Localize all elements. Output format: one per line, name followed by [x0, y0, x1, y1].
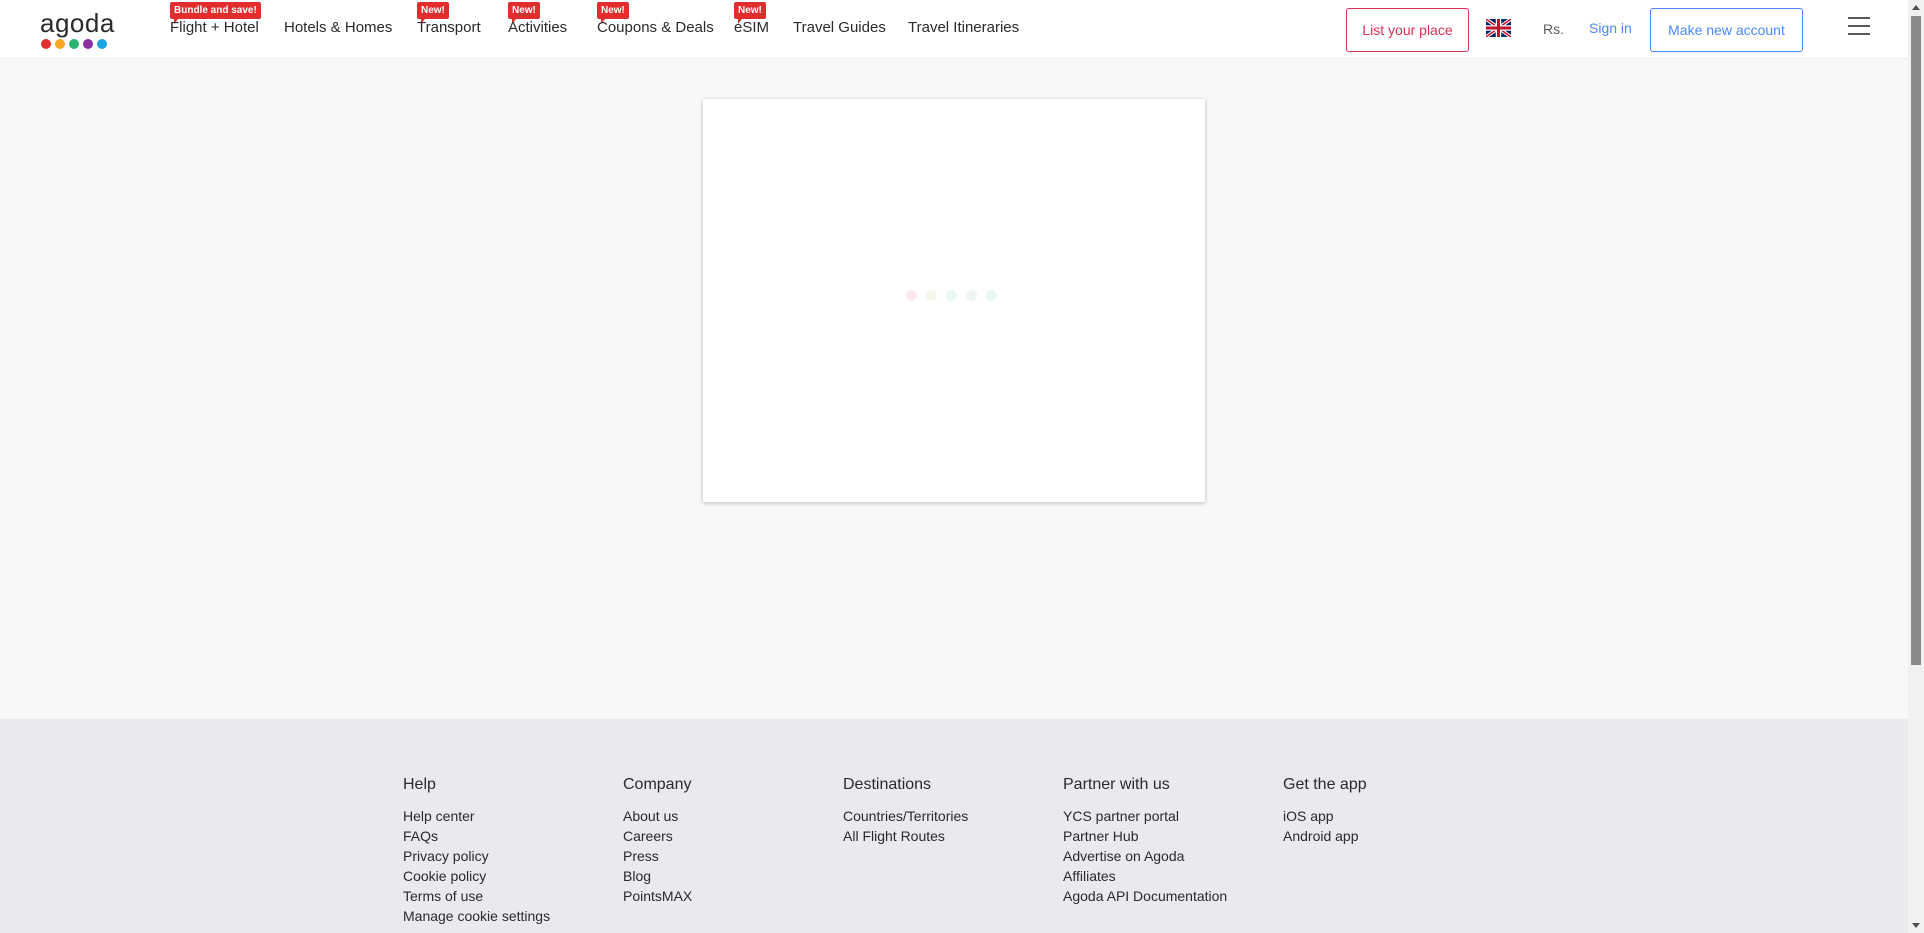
footer-link[interactable]: Manage cookie settings — [403, 906, 550, 926]
nav-travel-guides[interactable]: Travel Guides — [793, 19, 886, 36]
scrollbar-thumb[interactable] — [1911, 16, 1921, 665]
scroll-down-arrow-icon[interactable] — [1912, 923, 1920, 928]
nav-badge-transport: New! — [417, 2, 449, 24]
footer-heading: Partner with us — [1063, 776, 1170, 793]
footer-link[interactable]: Countries/Territories — [843, 806, 968, 826]
footer-link[interactable]: All Flight Routes — [843, 826, 968, 846]
footer-column-app: Get the app iOS app Android app — [1283, 776, 1367, 846]
nav-flight-hotel[interactable]: Flight + Hotel — [170, 19, 259, 36]
logo-dot-yellow — [55, 39, 65, 49]
loading-dots-icon — [906, 290, 997, 301]
footer-link[interactable]: iOS app — [1283, 806, 1367, 826]
loader-dot — [926, 290, 937, 301]
sign-in-link[interactable]: Sign in — [1589, 20, 1632, 36]
footer-heading: Help — [403, 776, 436, 793]
footer-column-company: Company About us Careers Press Blog Poin… — [623, 776, 692, 906]
footer-column-help: Help Help center FAQs Privacy policy Coo… — [403, 776, 550, 926]
loader-dot — [966, 290, 977, 301]
loading-panel — [703, 99, 1205, 502]
nav-transport[interactable]: Transport — [417, 19, 481, 36]
footer-link[interactable]: Careers — [623, 826, 692, 846]
footer-link[interactable]: Advertise on Agoda — [1063, 846, 1227, 866]
footer-link[interactable]: Privacy policy — [403, 846, 550, 866]
footer-link[interactable]: Android app — [1283, 826, 1367, 846]
currency-selector[interactable]: Rs. — [1543, 21, 1564, 37]
loader-dot — [906, 290, 917, 301]
footer-link[interactable]: About us — [623, 806, 692, 826]
nav-coupons-deals[interactable]: Coupons & Deals — [597, 19, 714, 36]
footer-link[interactable]: Cookie policy — [403, 866, 550, 886]
logo-dots — [41, 39, 107, 49]
agoda-logo[interactable]: agoda — [40, 8, 116, 52]
footer-heading: Destinations — [843, 776, 932, 793]
nav-travel-itineraries[interactable]: Travel Itineraries — [908, 19, 1019, 36]
footer-column-destinations: Destinations Countries/Territories All F… — [843, 776, 968, 846]
hamburger-menu-icon[interactable] — [1848, 17, 1870, 37]
logo-dot-red — [41, 39, 51, 49]
scroll-up-arrow-icon[interactable] — [1912, 5, 1920, 10]
logo-dot-blue — [97, 39, 107, 49]
nav-activities[interactable]: Activities — [508, 19, 567, 36]
nav-badge-esim: New! — [734, 2, 766, 24]
footer-link[interactable]: FAQs — [403, 826, 550, 846]
footer-link[interactable]: Help center — [403, 806, 550, 826]
footer: Help Help center FAQs Privacy policy Coo… — [0, 719, 1908, 933]
footer-column-partner: Partner with us YCS partner portal Partn… — [1063, 776, 1227, 906]
footer-link[interactable]: Press — [623, 846, 692, 866]
footer-link[interactable]: Agoda API Documentation — [1063, 886, 1227, 906]
uk-flag-icon[interactable] — [1486, 19, 1511, 37]
list-your-place-button[interactable]: List your place — [1346, 8, 1469, 52]
footer-link[interactable]: Affiliates — [1063, 866, 1227, 886]
make-new-account-button[interactable]: Make new account — [1650, 8, 1803, 52]
nav-badge-activities: New! — [508, 2, 540, 24]
footer-link[interactable]: PointsMAX — [623, 886, 692, 906]
logo-text: agoda — [40, 8, 115, 38]
nav-badge-coupons: New! — [597, 2, 629, 24]
page-scrollbar[interactable] — [1908, 0, 1924, 933]
footer-link[interactable]: Terms of use — [403, 886, 550, 906]
footer-link[interactable]: YCS partner portal — [1063, 806, 1227, 826]
footer-heading: Get the app — [1283, 776, 1367, 793]
footer-link[interactable]: Blog — [623, 866, 692, 886]
loader-dot — [946, 290, 957, 301]
top-header: agoda Bundle and save! Flight + Hotel Ho… — [0, 0, 1908, 59]
loader-dot — [986, 290, 997, 301]
nav-hotels-homes[interactable]: Hotels & Homes — [284, 19, 392, 36]
footer-heading: Company — [623, 776, 692, 793]
nav-esim[interactable]: eSIM — [734, 19, 769, 36]
logo-dot-purple — [83, 39, 93, 49]
nav-badge-flight-hotel: Bundle and save! — [170, 2, 261, 24]
footer-link[interactable]: Partner Hub — [1063, 826, 1227, 846]
logo-dot-green — [69, 39, 79, 49]
